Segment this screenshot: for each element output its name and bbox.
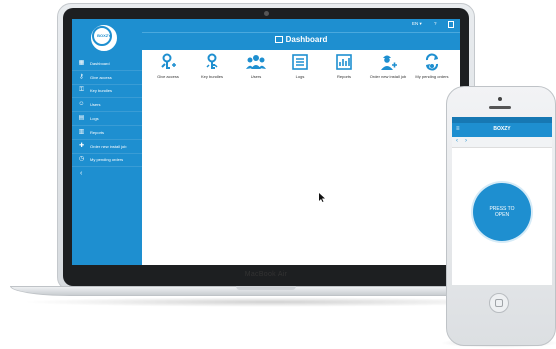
phone-toolbar — [452, 137, 552, 148]
tile-label: Users — [250, 74, 262, 79]
tile-label: Reports — [336, 74, 351, 79]
page-title: Dashboard — [142, 35, 460, 44]
sidebar-item-label: My pending orders — [90, 157, 124, 163]
logo-text: BOXZY — [97, 33, 111, 38]
tile-key-bundles[interactable]: Key bundles — [192, 53, 232, 79]
order-install-icon — [381, 55, 397, 70]
sidebar-item-order-install[interactable]: ✚ Order new install job — [72, 140, 142, 154]
tile-label: Key bundles — [200, 74, 223, 79]
language-selector[interactable]: EN ▾ — [412, 21, 422, 27]
press-to-open-button[interactable]: PRESS TO OPEN — [473, 183, 531, 241]
sidebar-item-give-access[interactable]: ⚷ Give access — [72, 71, 142, 85]
laptop-screen: BOXZY ▦ Dashboard ⚷ Give access ⚿ Key bu… — [72, 19, 460, 265]
page-title-text: Dashboard — [285, 35, 328, 44]
reports-icon: ▥ — [78, 128, 85, 135]
sidebar-item-label: Dashboard — [90, 60, 110, 66]
sidebar-item-reports[interactable]: ▥ Reports — [72, 126, 142, 140]
reports-icon — [336, 54, 352, 70]
sidebar-item-dashboard[interactable]: ▦ Dashboard — [72, 57, 142, 71]
tile-give-access[interactable]: Give access — [148, 53, 188, 79]
sidebar-item-pending-orders[interactable]: ◷ My pending orders — [72, 154, 142, 168]
phone-screen: ≡ BOXZY ‹ › PRESS TO OPEN — [452, 117, 552, 285]
sidebar-item-label: Key bundles — [90, 88, 113, 94]
tile-label: Logs — [295, 74, 305, 79]
sidebar-nav: ▦ Dashboard ⚷ Give access ⚿ Key bundles … — [72, 57, 142, 168]
home-square-icon — [495, 299, 503, 307]
key-bundle-icon: ⚿ — [79, 87, 84, 94]
users-icon — [246, 55, 266, 69]
tile-pending-orders[interactable]: My pending orders — [412, 53, 452, 79]
laptop-notch — [236, 286, 296, 290]
sidebar-collapse-button[interactable]: ‹ — [80, 170, 82, 177]
tile-order-install[interactable]: Order new install job — [368, 53, 408, 79]
laptop-shadow — [20, 297, 520, 307]
phone-camera — [498, 97, 502, 101]
laptop-camera — [264, 11, 269, 16]
tile-logs[interactable]: Logs — [280, 53, 320, 79]
key-bundles-icon — [206, 53, 218, 69]
sidebar-item-label: Reports — [90, 129, 105, 135]
sidebar-item-users[interactable]: ☺ Users — [72, 98, 142, 113]
help-button[interactable]: ? — [434, 21, 437, 26]
phone-speaker — [489, 106, 511, 109]
dashboard-icon: ▦ — [78, 59, 85, 66]
tile-users[interactable]: Users — [236, 53, 276, 79]
mouse-cursor-icon — [319, 193, 325, 202]
sidebar-item-key-bundles[interactable]: ⚿ Key bundles — [72, 85, 142, 99]
logs-icon — [292, 54, 308, 70]
dashboard-title-icon — [274, 36, 283, 43]
pending-orders-icon — [426, 53, 438, 71]
press-to-open-label: PRESS TO OPEN — [489, 206, 515, 218]
users-icon: ☺ — [78, 101, 85, 108]
sidebar-item-label: Logs — [90, 116, 99, 122]
sidebar-item-logs[interactable]: ▤ Logs — [72, 112, 142, 126]
tile-label: Give access — [157, 74, 179, 79]
sidebar-item-label: Give access — [90, 74, 112, 80]
tile-label: Order new install job — [369, 74, 407, 79]
sidebar-item-label: Users — [90, 102, 101, 108]
tile-reports[interactable]: Reports — [324, 53, 364, 79]
forward-icon[interactable]: › — [465, 138, 467, 144]
sidebar-item-label: Order new install job — [90, 143, 127, 149]
logs-icon: ▤ — [78, 115, 85, 122]
back-icon[interactable]: ‹ — [456, 138, 458, 144]
install-job-icon: ✚ — [78, 142, 85, 149]
pending-orders-icon: ◷ — [78, 156, 85, 163]
key-icon: ⚷ — [79, 73, 84, 80]
phone-app-title: BOXZY — [493, 126, 511, 132]
give-access-icon — [161, 53, 176, 69]
logout-icon[interactable] — [448, 21, 454, 28]
tile-label: My pending orders — [415, 74, 449, 79]
dashboard-tiles: Give access Key bundles Users Logs Repor… — [142, 53, 460, 103]
